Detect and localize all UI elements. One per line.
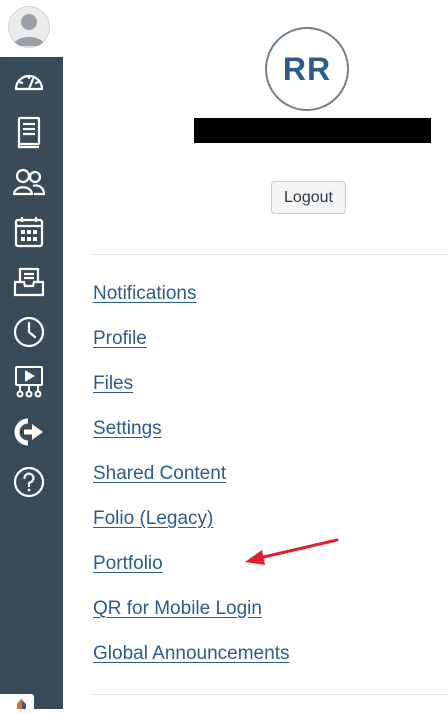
inbox-icon[interactable]: [10, 263, 48, 301]
dashboard-speedometer-icon[interactable]: [10, 63, 48, 101]
logout-button[interactable]: Logout: [271, 181, 346, 214]
commons-share-icon[interactable]: [10, 413, 48, 451]
account-nav-item[interactable]: [0, 0, 63, 57]
files-link[interactable]: Files: [93, 373, 133, 395]
divider-bottom: [93, 694, 448, 695]
shared-content-link[interactable]: Shared Content: [93, 463, 226, 485]
folio-legacy-link[interactable]: Folio (Legacy): [93, 508, 213, 530]
help-question-icon[interactable]: [10, 463, 48, 501]
divider-top: [93, 254, 448, 255]
notifications-link[interactable]: Notifications: [93, 283, 197, 305]
settings-link[interactable]: Settings: [93, 418, 162, 440]
qr-mobile-login-link[interactable]: QR for Mobile Login: [93, 598, 262, 620]
red-annotation-arrow-icon: [245, 538, 339, 565]
account-tray: RR Logout Notifications Profile Files Se…: [63, 0, 448, 709]
studio-presentation-icon[interactable]: [10, 363, 48, 401]
calendar-icon[interactable]: [10, 213, 48, 251]
profile-link[interactable]: Profile: [93, 328, 147, 350]
global-nav-rail: [0, 0, 63, 709]
courses-book-icon[interactable]: [10, 113, 48, 151]
history-clock-icon[interactable]: [10, 313, 48, 351]
profile-avatar: RR: [265, 27, 349, 111]
portfolio-link[interactable]: Portfolio: [93, 553, 163, 575]
redacted-user-name: [194, 118, 431, 143]
user-avatar-icon[interactable]: [8, 6, 50, 48]
profile-initials: RR: [282, 50, 332, 87]
global-announcements-link[interactable]: Global Announcements: [93, 643, 289, 665]
groups-people-icon[interactable]: [10, 163, 48, 201]
collapse-nav-tab[interactable]: [0, 694, 34, 709]
